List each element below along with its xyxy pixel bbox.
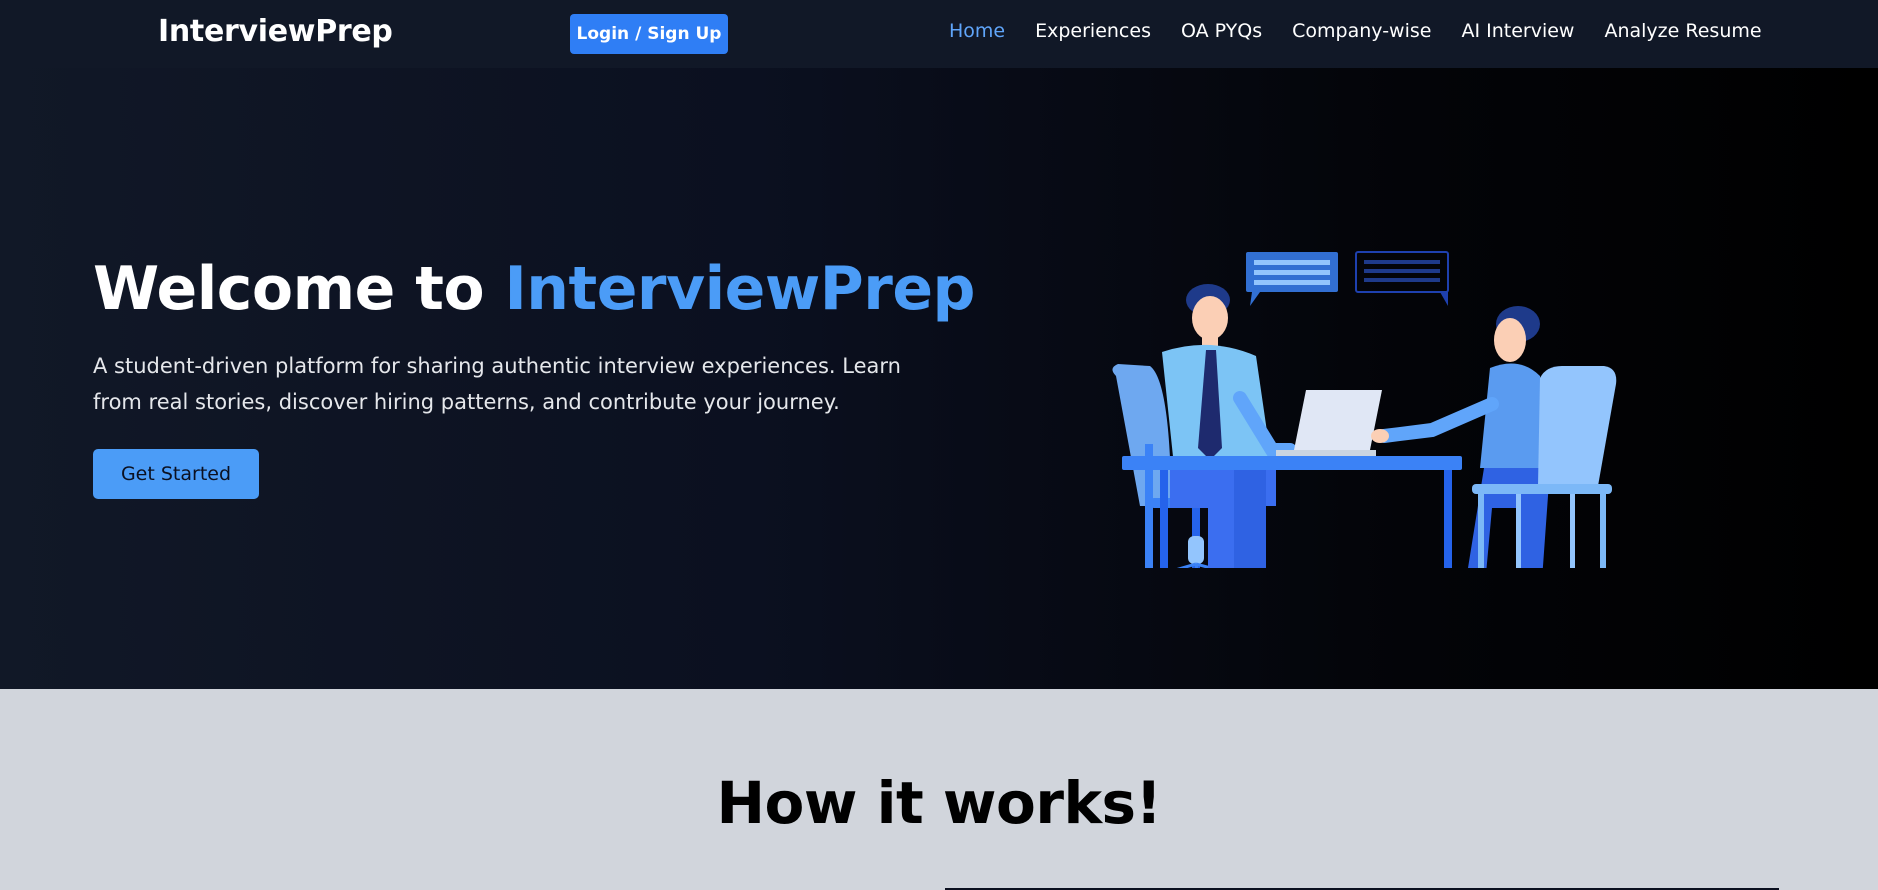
nav-link-oa-pyqs[interactable]: OA PYQs xyxy=(1181,20,1262,42)
nav-links: Home Experiences OA PYQs Company-wise AI… xyxy=(949,20,1762,42)
hero-subtitle: A student-driven platform for sharing au… xyxy=(93,354,901,414)
how-it-works-title: How it works! xyxy=(716,769,1162,837)
interview-illustration-icon xyxy=(1112,251,1617,568)
speech-bubble-right-icon xyxy=(1355,251,1449,306)
hero-title-prefix: Welcome to xyxy=(93,254,505,324)
get-started-button[interactable]: Get Started xyxy=(93,449,259,499)
hero-title: Welcome to InterviewPrep xyxy=(93,254,975,324)
brand-logo[interactable]: InterviewPrep xyxy=(158,14,393,49)
interviewer-figure-icon xyxy=(1162,284,1297,568)
nav-link-experiences[interactable]: Experiences xyxy=(1035,20,1151,42)
how-it-works-section: How it works! xyxy=(0,689,1878,890)
nav-link-analyze-resume[interactable]: Analyze Resume xyxy=(1604,20,1761,42)
hero-section: Welcome to InterviewPrep A student-drive… xyxy=(0,68,1878,689)
nav-link-home[interactable]: Home xyxy=(949,20,1005,42)
nav-link-company-wise[interactable]: Company-wise xyxy=(1292,20,1431,42)
navbar: InterviewPrep Login / Sign Up Home Exper… xyxy=(0,0,1878,68)
speech-bubble-left-icon xyxy=(1246,252,1338,306)
login-signup-button[interactable]: Login / Sign Up xyxy=(570,14,728,54)
candidate-figure-icon xyxy=(1371,306,1552,568)
nav-link-ai-interview[interactable]: AI Interview xyxy=(1461,20,1574,42)
hero-title-highlight: InterviewPrep xyxy=(504,254,975,324)
